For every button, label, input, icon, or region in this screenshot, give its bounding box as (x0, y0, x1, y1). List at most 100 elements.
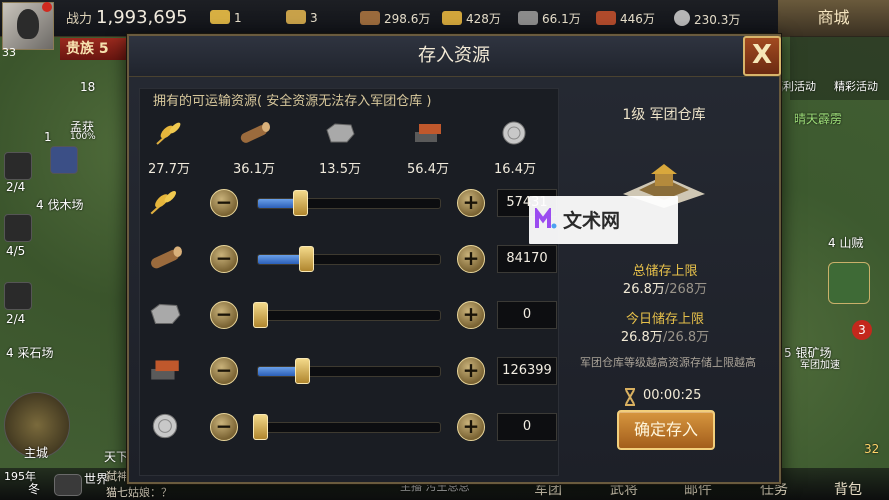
stone-icon (326, 123, 355, 143)
decrease-button[interactable]: − (210, 413, 238, 441)
flag-icon[interactable] (4, 282, 32, 310)
chat-line-1: 弑神 (106, 470, 128, 483)
owned-silver-value: 16.4万 (494, 162, 536, 177)
count-1: 1 (44, 130, 52, 144)
increase-button[interactable]: + (457, 301, 485, 329)
watermark-text: 文术网 (563, 210, 621, 232)
daily-capacity-value: 26.8万/26.8万 (620, 330, 710, 345)
weather-status: 晴天霹雳 (794, 112, 843, 126)
shop-button[interactable]: 商城 (778, 0, 889, 36)
iron-resource[interactable]: 446万 (596, 10, 655, 27)
amount-slider-track[interactable] (257, 198, 441, 209)
amount-input[interactable]: 0 (497, 301, 557, 329)
slider-fill (258, 255, 304, 264)
scroll-resource[interactable]: 3 (286, 10, 318, 25)
slider-fill (258, 199, 299, 208)
nav-backpack[interactable]: 背包 (834, 479, 862, 499)
decrease-button[interactable]: − (210, 189, 238, 217)
increase-button[interactable]: + (457, 189, 485, 217)
mask-icon[interactable] (4, 214, 32, 242)
depot-level-title: 1级 军团仓库 (622, 107, 706, 123)
stone-resource[interactable]: 66.1万 (518, 10, 581, 27)
increase-button[interactable]: + (457, 245, 485, 273)
iron-icon (151, 360, 179, 380)
alert-dot (42, 2, 52, 12)
close-button[interactable]: X (743, 36, 781, 76)
deposit-resources-dialog: 存入资源 X 拥有的可运输资源( 安全资源无法存入军团仓库 ) 27.7万 36… (127, 34, 781, 484)
decrease-button[interactable]: − (210, 301, 238, 329)
hammer-icon[interactable] (4, 152, 32, 180)
shield-icon[interactable] (50, 146, 78, 174)
season: 冬 (28, 482, 41, 496)
silver-coin-icon (152, 413, 178, 439)
stone-icon (150, 303, 181, 325)
legion-boost[interactable]: 军团加速 (800, 356, 840, 371)
confirm-deposit-button[interactable]: 确定存入 (617, 410, 715, 450)
bandit-label[interactable]: 4 山贼 (828, 234, 863, 251)
amount-input[interactable]: 126399 (497, 357, 557, 385)
food-resource[interactable]: 428万 (442, 10, 501, 27)
player-level: 33 (2, 46, 16, 59)
count-18: 18 (80, 80, 96, 94)
slider-handle[interactable] (253, 302, 268, 328)
count-b: 4/5 (6, 244, 26, 258)
owned-iron-value: 56.4万 (407, 162, 449, 177)
resource-panel (139, 88, 559, 476)
wheat-icon (442, 11, 462, 25)
dialog-title: 存入资源 (418, 45, 490, 66)
top-resource-bar: 战力 1,993,695 1 3 298.6万 428万 66.1万 446万 2… (0, 0, 889, 37)
logging-camp[interactable]: 4 伐木场 (36, 196, 83, 213)
silver-coin-icon (674, 10, 690, 26)
slider-handle[interactable] (298, 246, 314, 272)
amount-slider-track[interactable] (257, 366, 441, 377)
amount-slider-track[interactable] (257, 254, 441, 265)
world-channel[interactable]: 世界 (84, 470, 108, 487)
amount-slider-track[interactable] (257, 422, 441, 433)
watermark-logo-icon (535, 208, 557, 229)
slider-handle[interactable] (253, 414, 268, 440)
count-a: 2/4 (6, 180, 26, 194)
scroll-icon (286, 10, 306, 24)
combat-power: 战力 1,993,695 (66, 7, 188, 28)
wood-log-icon (240, 122, 270, 143)
featured-events[interactable]: 精彩活动 (834, 78, 878, 94)
owned-stone-value: 13.5万 (319, 162, 361, 177)
silver-resource[interactable]: 230.3万 (674, 10, 740, 28)
decrease-button[interactable]: − (210, 357, 238, 385)
decrease-button[interactable]: − (210, 245, 238, 273)
nobility-badge[interactable]: 贵族 5 (60, 38, 132, 60)
gold-ingot-resource[interactable]: 1 (210, 10, 242, 25)
amount-input[interactable]: 84170 (497, 245, 557, 273)
wood-log-icon (360, 11, 380, 25)
main-city-label[interactable]: 主城 (24, 444, 48, 461)
map-icon[interactable] (828, 262, 870, 304)
amount-slider-track[interactable] (257, 310, 441, 321)
watermark: 文术网 (529, 196, 678, 244)
wheat-icon (150, 191, 176, 215)
transportable-resources-heading: 拥有的可运输资源( 安全资源无法存入军团仓库 ) (153, 94, 432, 109)
slider-handle[interactable] (293, 190, 309, 216)
daily-capacity-label: 今日储存上限 (625, 312, 704, 327)
increase-button[interactable]: + (457, 357, 485, 385)
count-c: 2/4 (6, 312, 26, 326)
quarry[interactable]: 4 采石场 (6, 344, 53, 361)
stone-icon (518, 11, 538, 25)
silver-coin-icon (502, 121, 526, 145)
iron-icon (415, 124, 441, 142)
owned-wood-value: 36.1万 (233, 162, 275, 177)
slider-handle[interactable] (294, 358, 310, 384)
total-capacity-label: 总储存上限 (632, 264, 698, 279)
wood-log-icon (151, 246, 182, 269)
slider-fill (258, 367, 300, 376)
chat-icon[interactable] (54, 474, 82, 496)
gold-ingot-icon (210, 10, 230, 24)
wheat-icon (156, 122, 181, 145)
wood-resource[interactable]: 298.6万 (360, 10, 430, 27)
tianxia-label[interactable]: 天下 (104, 448, 128, 465)
chat-line-2: 猫七姑娘：？ (106, 486, 172, 499)
hourglass-icon (625, 388, 635, 406)
hero-percent: 100% (70, 132, 96, 142)
increase-button[interactable]: + (457, 413, 485, 441)
amount-input[interactable]: 0 (497, 413, 557, 441)
capacity-hint: 军团仓库等级越高资源存储上限越高 (580, 356, 756, 369)
